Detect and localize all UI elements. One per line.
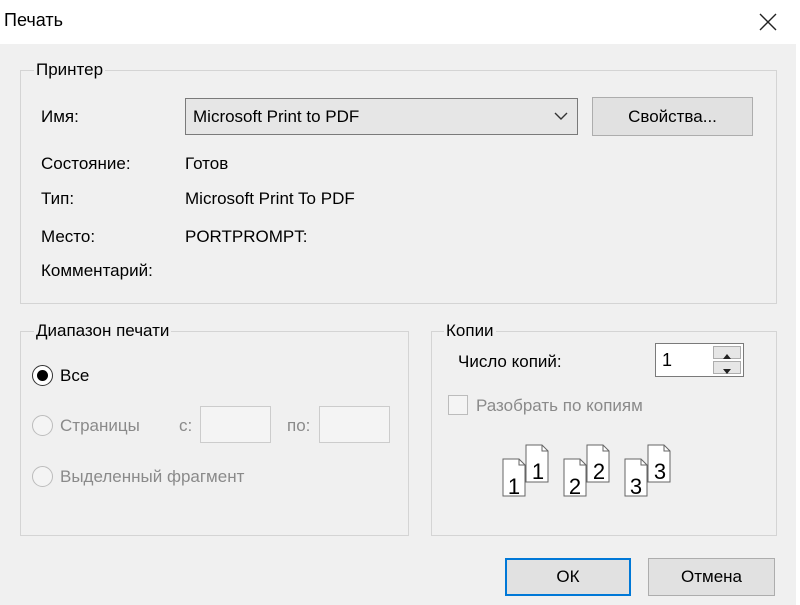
- close-button[interactable]: [746, 0, 790, 44]
- copies-count-value: 1: [662, 350, 673, 370]
- type-label: Тип:: [41, 189, 75, 208]
- printer-name-label: Имя:: [41, 107, 79, 126]
- printer-name-select[interactable]: Microsoft Print to PDF: [185, 98, 578, 135]
- printer-name-value: Microsoft Print to PDF: [193, 107, 360, 126]
- print-range-legend: Диапазон печати: [34, 321, 172, 341]
- collate-pages-icon: 1 1 2 2 3 3: [500, 440, 690, 505]
- cancel-button-label: Отмена: [681, 567, 742, 586]
- comment-label: Комментарий:: [41, 261, 153, 280]
- location-label: Место:: [41, 227, 96, 246]
- from-label: с:: [179, 416, 193, 435]
- range-selection-label[interactable]: Выделенный фрагмент: [60, 467, 244, 487]
- type-value: Microsoft Print To PDF: [185, 189, 355, 208]
- cancel-button[interactable]: Отмена: [648, 558, 775, 596]
- collate-num: 3: [654, 459, 666, 484]
- collate-set-3: 3 3: [624, 444, 671, 499]
- properties-button-label: Свойства...: [628, 106, 717, 126]
- title-bar: Печать: [0, 0, 800, 44]
- copies-count-spinner[interactable]: 1: [655, 343, 744, 377]
- window-edge: [796, 44, 800, 605]
- properties-button[interactable]: Свойства...: [592, 97, 753, 136]
- range-pages-radio[interactable]: [32, 415, 53, 436]
- triangle-down-icon: [723, 369, 731, 374]
- range-pages-label[interactable]: Страницы: [60, 416, 140, 436]
- copies-count-label: Число копий:: [458, 352, 562, 371]
- collate-num: 1: [508, 474, 520, 499]
- close-icon: [759, 13, 777, 31]
- collate-num: 3: [630, 474, 642, 499]
- window-title: Печать: [4, 10, 63, 30]
- to-page-input[interactable]: [319, 406, 390, 443]
- range-selection-radio[interactable]: [32, 466, 53, 487]
- radio-selected-dot: [37, 370, 48, 381]
- ok-button[interactable]: ОК: [505, 558, 631, 596]
- to-label: по:: [287, 416, 311, 435]
- status-value: Готов: [185, 154, 229, 173]
- collate-checkbox[interactable]: [448, 395, 468, 415]
- status-label: Состояние:: [41, 154, 131, 173]
- ok-button-label: ОК: [556, 567, 580, 586]
- collate-label[interactable]: Разобрать по копиям: [476, 396, 643, 416]
- from-page-input[interactable]: [200, 406, 271, 443]
- collate-num: 2: [569, 474, 581, 499]
- collate-set-2: 2 2: [563, 444, 610, 499]
- collate-set-1: 1 1: [502, 444, 549, 499]
- collate-num: 1: [532, 459, 544, 484]
- range-all-radio[interactable]: [32, 365, 53, 386]
- spin-down-button[interactable]: [713, 361, 741, 374]
- location-value: PORTPROMPT:: [185, 227, 308, 246]
- range-all-label[interactable]: Все: [60, 366, 89, 386]
- chevron-down-icon: [554, 112, 568, 120]
- printer-group-legend: Принтер: [34, 60, 106, 80]
- spin-up-button[interactable]: [713, 346, 741, 359]
- collate-num: 2: [593, 459, 605, 484]
- copies-legend: Копии: [444, 321, 496, 341]
